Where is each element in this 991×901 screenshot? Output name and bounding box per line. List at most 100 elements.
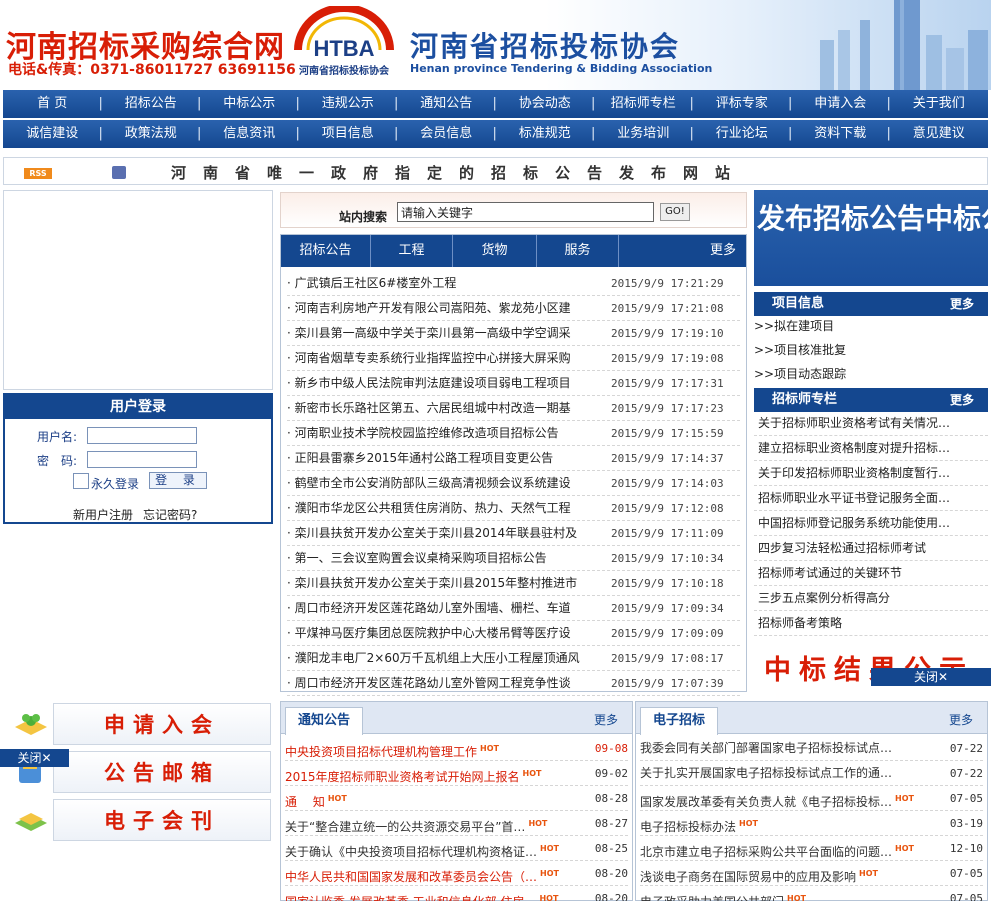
rss-icon[interactable]: RSS — [24, 168, 52, 179]
quick-link-journal[interactable]: 电子会刊 — [3, 797, 273, 843]
panel-item-text[interactable]: 中华人民共和国国家发展和改革委员会公告（… — [285, 870, 537, 884]
quick-link-join[interactable]: 申请入会 — [3, 701, 273, 747]
search-input[interactable]: 请输入关键字 — [397, 202, 654, 222]
bid-title[interactable]: · 新乡市中级人民法院审判法庭建设项目弱电工程项目 — [287, 371, 611, 395]
panel-list-item[interactable]: 电子政采助力美国公共部门HOT 07-05 — [640, 886, 983, 901]
bid-title[interactable]: · 正阳县雷寨乡2015年通村公路工程项目变更公告 — [287, 446, 611, 470]
panel-list-item[interactable]: 关于确认《中央投资项目招标代理机构资格证… HOT 08-25 — [285, 836, 628, 861]
panel-list-item[interactable]: 中央投资项目招标代理机构管理工作 HOT 09-08 — [285, 736, 628, 761]
panel-item-text[interactable]: 关于“整合建立统一的公共资源交易平台”首… — [285, 820, 525, 834]
panel-list-item[interactable]: 北京市建立电子招标采购公共平台面临的问题… HOT 12-10 — [640, 836, 983, 861]
panel-item-title[interactable]: 2015年度招标师职业资格考试开始网上报名 HOT — [285, 761, 588, 785]
bid-more-link[interactable]: 更多 — [619, 235, 746, 267]
panel-list-item[interactable]: 国家认监委 发展改革委 工业和信息化部 住房…HOT 08-20 — [285, 886, 628, 901]
panel-item-title[interactable]: 通 知 HOT — [285, 786, 588, 810]
panel-item-title[interactable]: 北京市建立电子招标采购公共平台面临的问题… HOT — [640, 836, 943, 860]
nav-bid-notices[interactable]: 招标公告 — [99, 90, 201, 118]
bid-title[interactable]: · 濮阳市华龙区公共租赁住房消防、热力、天然气工程 — [287, 496, 611, 520]
panel-item-title[interactable]: 中央投资项目招标代理机构管理工作 HOT — [285, 736, 588, 760]
nav-downloads[interactable]: 资料下载 — [788, 120, 890, 148]
bid-list-item[interactable]: · 栾川县扶贫开发办公室关于栾川县2014年联县驻村及 2015/9/9 17:1… — [287, 521, 740, 546]
bid-title[interactable]: · 广武镇后王社区6#楼室外工程 — [287, 271, 611, 295]
nav-news[interactable]: 信息资讯 — [197, 120, 299, 148]
panel-item-text[interactable]: 北京市建立电子招标采购公共平台面临的问题… — [640, 845, 892, 859]
remember-checkbox[interactable] — [73, 473, 89, 489]
bid-title[interactable]: · 河南吉利房地产开发有限公司嵩阳苑、紫龙苑小区建 — [287, 296, 611, 320]
nav-association-news[interactable]: 协会动态 — [493, 90, 595, 118]
bid-list-item[interactable]: · 周口市经济开发区莲花路幼儿室外围墙、栅栏、车道 2015/9/9 17:09:… — [287, 596, 740, 621]
panel-item-title[interactable]: 国家发展改革委有关负责人就《电子招标投标… HOT — [640, 786, 943, 810]
username-input[interactable] — [87, 427, 197, 444]
panel-item-text[interactable]: 电子招标投标办法 — [640, 820, 736, 834]
nav-about[interactable]: 关于我们 — [887, 90, 989, 118]
tab-goods[interactable]: 货物 — [453, 235, 537, 267]
search-button[interactable]: GO! — [660, 203, 690, 221]
nav-bidder-column[interactable]: 招标师专栏 — [591, 90, 693, 118]
panel-list-item[interactable]: 通 知 HOT 08-28 — [285, 786, 628, 811]
htba-logo[interactable]: HTBA 河南省招标投标协会 — [286, 6, 402, 86]
panel-item-text[interactable]: 中央投资项目招标代理机构管理工作 — [285, 745, 477, 759]
tab-bid-notices[interactable]: 招标公告 — [281, 235, 371, 267]
bid-list-item[interactable]: · 河南省烟草专卖系统行业指挥监控中心拼接大屏采购 2015/9/9 17:19:… — [287, 346, 740, 371]
panel-item-text[interactable]: 我委会同有关部门部署国家电子招标投标试点… — [640, 741, 892, 755]
nav-integrity[interactable]: 诚信建设 — [3, 120, 102, 148]
panel-list-item[interactable]: 2015年度招标师职业资格考试开始网上报名 HOT 09-02 — [285, 761, 628, 786]
notice-panel-title[interactable]: 通知公告 — [285, 707, 364, 735]
column-list-item[interactable]: 招标师考试通过的关键环节 — [754, 561, 988, 586]
column-list-item[interactable]: 关于招标师职业资格考试有关情况… — [754, 411, 988, 436]
bid-list-item[interactable]: · 广武镇后王社区6#楼室外工程 2015/9/9 17:21:29 — [287, 271, 740, 296]
panel-item-title[interactable]: 关于“整合建立统一的公共资源交易平台”首… HOT — [285, 811, 588, 835]
column-list-item[interactable]: 四步复习法轻松通过招标师考试 — [754, 536, 988, 561]
panel-item-title[interactable]: 关于确认《中央投资项目招标代理机构资格证… HOT — [285, 836, 588, 860]
column-list-item[interactable]: 中国招标师登记服务系统功能使用… — [754, 511, 988, 536]
project-item[interactable]: >>拟在建项目 — [754, 317, 834, 334]
panel-item-title[interactable]: 中华人民共和国国家发展和改革委员会公告（… HOT — [285, 861, 588, 885]
publish-notice-banner[interactable]: 发布招标公告中标公示由此进入 — [754, 190, 988, 286]
bid-title[interactable]: · 栾川县扶贫开发办公室关于栾川县2014年联县驻村及 — [287, 521, 611, 545]
bid-list-item[interactable]: · 正阳县雷寨乡2015年通村公路工程项目变更公告 2015/9/9 17:14:… — [287, 446, 740, 471]
nav-policy[interactable]: 政策法规 — [99, 120, 201, 148]
mailbox-button[interactable]: 公告邮箱 — [53, 751, 271, 793]
panel-item-title[interactable]: 关于扎实开展国家电子招标投标试点工作的通… — [640, 761, 943, 785]
nav-feedback[interactable]: 意见建议 — [887, 120, 989, 148]
bid-title[interactable]: · 河南职业技术学院校园监控维修改造项目招标公告 — [287, 421, 611, 445]
panel-list-item[interactable]: 中华人民共和国国家发展和改革委员会公告（… HOT 08-20 — [285, 861, 628, 886]
bid-title[interactable]: · 第一、三会议室购置会议桌椅采购项目招标公告 — [287, 546, 611, 570]
panel-list-item[interactable]: 浅谈电子商务在国际贸易中的应用及影响 HOT 07-05 — [640, 861, 983, 886]
ebid-panel-title[interactable]: 电子招标 — [640, 707, 719, 735]
panel-item-title[interactable]: 我委会同有关部门部署国家电子招标投标试点… — [640, 736, 943, 760]
column-list-item[interactable]: 建立招标职业资格制度对提升招标… — [754, 436, 988, 461]
remember-label[interactable]: 永久登录 — [91, 475, 139, 492]
panel-list-item[interactable]: 我委会同有关部门部署国家电子招标投标试点… 07-22 — [640, 736, 983, 761]
panel-item-text[interactable]: 通 知 — [285, 795, 325, 809]
column-more[interactable]: 更多 — [950, 388, 974, 412]
bid-title[interactable]: · 河南省烟草专卖系统行业指挥监控中心拼接大屏采购 — [287, 346, 611, 370]
panel-item-title[interactable]: 电子政采助力美国公共部门HOT — [640, 886, 943, 901]
nav-award-notices[interactable]: 中标公示 — [197, 90, 299, 118]
forgot-password-link[interactable]: 忘记密码? — [143, 508, 197, 522]
nav-forum[interactable]: 行业论坛 — [690, 120, 792, 148]
bid-title[interactable]: · 平煤神马医疗集团总医院救护中心大楼吊臂等医疗设 — [287, 621, 611, 645]
join-button[interactable]: 申请入会 — [53, 703, 271, 745]
panel-item-text[interactable]: 国家认监委 发展改革委 工业和信息化部 住房… — [285, 895, 536, 901]
bid-list-item[interactable]: · 濮阳龙丰电厂2×60万千瓦机组上大压小工程屋顶通风 2015/9/9 17:0… — [287, 646, 740, 671]
nav-training[interactable]: 业务培训 — [591, 120, 693, 148]
project-item[interactable]: >>项目核准批复 — [754, 341, 846, 358]
ebid-panel-more[interactable]: 更多 — [949, 711, 973, 728]
panel-item-text[interactable]: 浅谈电子商务在国际贸易中的应用及影响 — [640, 870, 856, 884]
bid-list-item[interactable]: · 鹤壁市全市公安消防部队三级高清视频会议系统建设 2015/9/9 17:14:… — [287, 471, 740, 496]
panel-item-title[interactable]: 浅谈电子商务在国际贸易中的应用及影响 HOT — [640, 861, 943, 885]
bid-list-item[interactable]: · 第一、三会议室购置会议桌椅采购项目招标公告 2015/9/9 17:10:34 — [287, 546, 740, 571]
column-list-item[interactable]: 招标师职业水平证书登记服务全面… — [754, 486, 988, 511]
register-link[interactable]: 新用户注册 — [73, 508, 133, 522]
panel-item-text[interactable]: 2015年度招标师职业资格考试开始网上报名 — [285, 770, 520, 784]
panel-item-title[interactable]: 国家认监委 发展改革委 工业和信息化部 住房…HOT — [285, 886, 588, 901]
journal-button[interactable]: 电子会刊 — [53, 799, 271, 841]
bid-title[interactable]: · 栾川县扶贫开发办公室关于栾川县2015年整村推进市 — [287, 571, 611, 595]
nav-violations[interactable]: 违规公示 — [296, 90, 398, 118]
nav-members[interactable]: 会员信息 — [394, 120, 496, 148]
bid-title[interactable]: · 周口市经济开发区莲花路幼儿室外管网工程竞争性谈 — [287, 671, 611, 695]
bid-list-item[interactable]: · 栾川县第一高级中学关于栾川县第一高级中学空调采 2015/9/9 17:19:… — [287, 321, 740, 346]
bid-title[interactable]: · 濮阳龙丰电厂2×60万千瓦机组上大压小工程屋顶通风 — [287, 646, 611, 670]
bid-list-item[interactable]: · 濮阳市华龙区公共租赁住房消防、热力、天然气工程 2015/9/9 17:12:… — [287, 496, 740, 521]
